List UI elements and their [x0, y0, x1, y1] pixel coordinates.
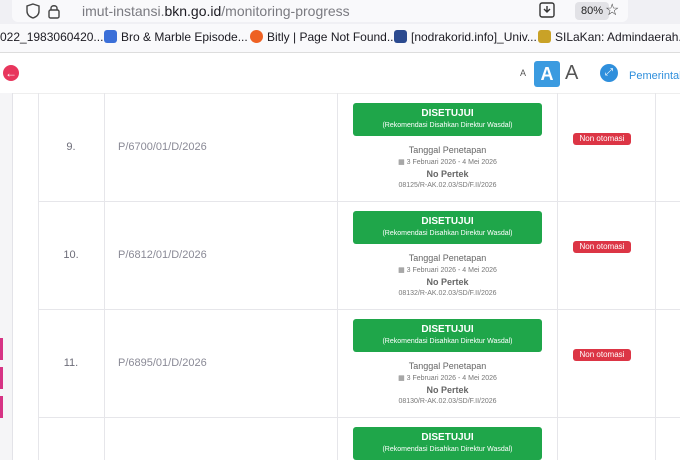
star-icon[interactable]: ☆ — [605, 0, 619, 20]
table-row: DISETUJUI (Rekomendasi Disahkan Direktur… — [38, 417, 680, 460]
zoom-level-button[interactable]: 80% — [575, 2, 609, 20]
table-row: 11. P/6895/01/D/2026 DISETUJUI (Rekomend… — [38, 309, 680, 418]
proposal-code: P/6895/01/D/2026 — [118, 357, 207, 369]
side-tab[interactable] — [0, 396, 3, 418]
table-row: 10. P/6812/01/D/2026 DISETUJUI (Rekomend… — [38, 201, 680, 310]
back-arrow-icon[interactable]: ← — [3, 65, 19, 81]
approval-details: Tanggal Penetapan ▦ 3 Februari 2026 - 4 … — [353, 145, 542, 189]
font-size-small-button[interactable]: A — [520, 68, 526, 78]
bookmarks-bar: 022_1983060420... Bro & Marble Episode..… — [0, 24, 680, 53]
bookmark-item[interactable]: SILaKan: Admindaerah... — [538, 30, 680, 44]
proposal-code: P/6812/01/D/2026 — [118, 249, 207, 261]
bookmark-favicon-icon — [394, 30, 407, 43]
lock-icon[interactable] — [48, 3, 60, 19]
approved-status-button[interactable]: DISETUJUI (Rekomendasi Disahkan Direktur… — [353, 103, 542, 136]
bookmark-item[interactable]: Bro & Marble Episode... — [104, 30, 248, 44]
font-size-large-button[interactable]: A — [565, 62, 578, 85]
pertek-value: 08132/R-AK.02.03/SD/F.II/2026 — [398, 290, 497, 297]
row-number: 9. — [66, 141, 76, 153]
font-size-medium-button[interactable]: A — [534, 61, 560, 87]
calendar-icon: ▦ — [398, 375, 407, 382]
status-text: DISETUJUI — [421, 216, 474, 227]
side-tab[interactable] — [0, 367, 3, 389]
approval-details: Tanggal Penetapan ▦ 3 Februari 2026 - 4 … — [353, 361, 542, 405]
page-toolbar: ← A A A ⤢ Pemerintal — [0, 53, 680, 94]
status-text: DISETUJUI — [421, 324, 474, 335]
download-icon[interactable] — [539, 2, 555, 18]
status-badge: Non otomasi — [573, 133, 631, 145]
url-text: imut-instansi.bkn.go.id/monitoring-progr… — [82, 3, 350, 19]
pertek-label: No Pertek — [426, 277, 469, 287]
row-number: 10. — [63, 249, 79, 261]
status-text: DISETUJUI — [421, 108, 474, 119]
status-note: (Rekomendasi Disahkan Direktur Wasdal) — [382, 338, 513, 345]
bookmark-item[interactable]: [nodrakorid.info]_Univ... — [394, 30, 537, 44]
expand-icon[interactable]: ⤢ — [600, 64, 618, 82]
status-note: (Rekomendasi Disahkan Direktur Wasdal) — [382, 122, 513, 129]
side-tab[interactable] — [0, 338, 3, 360]
date-value: 3 Februari 2026 - 4 Mei 2026 — [406, 267, 497, 274]
status-badge: Non otomasi — [573, 349, 631, 361]
browser-url-bar: imut-instansi.bkn.go.id/monitoring-progr… — [0, 0, 680, 24]
pertek-label: No Pertek — [426, 385, 469, 395]
approval-details: Tanggal Penetapan ▦ 3 Februari 2026 - 4 … — [353, 253, 542, 297]
pertek-value: 08130/R-AK.02.03/SD/F.II/2026 — [398, 398, 497, 405]
address-field[interactable]: imut-instansi.bkn.go.id/monitoring-progr… — [12, 0, 628, 22]
bitly-icon — [250, 30, 263, 43]
status-note: (Rekomendasi Disahkan Direktur Wasdal) — [382, 230, 513, 237]
bookmark-favicon-icon — [104, 30, 117, 43]
pertek-label: No Pertek — [426, 169, 469, 179]
date-value: 3 Februari 2026 - 4 Mei 2026 — [406, 159, 497, 166]
bookmark-item[interactable]: 022_1983060420... — [0, 30, 103, 44]
date-label: Tanggal Penetapan — [408, 361, 487, 371]
status-text: DISETUJUI — [421, 432, 474, 443]
bookmark-item[interactable]: Bitly | Page Not Found... — [250, 30, 397, 44]
calendar-icon: ▦ — [398, 159, 407, 166]
calendar-icon: ▦ — [398, 267, 407, 274]
garuda-icon — [538, 30, 551, 43]
date-label: Tanggal Penetapan — [408, 145, 487, 155]
status-note: (Rekomendasi Disahkan Direktur Wasdal) — [382, 446, 513, 453]
date-value: 3 Februari 2026 - 4 Mei 2026 — [406, 375, 497, 382]
date-label: Tanggal Penetapan — [408, 253, 487, 263]
header-menu-label[interactable]: Pemerintal — [629, 70, 680, 82]
shield-icon[interactable] — [26, 3, 40, 19]
approved-status-button[interactable]: DISETUJUI (Rekomendasi Disahkan Direktur… — [353, 427, 542, 460]
status-badge: Non otomasi — [573, 241, 631, 253]
approved-status-button[interactable]: DISETUJUI (Rekomendasi Disahkan Direktur… — [353, 319, 542, 352]
table-row: 9. P/6700/01/D/2026 DISETUJUI (Rekomenda… — [38, 93, 680, 202]
pertek-value: 08125/R-AK.02.03/SD/F.II/2026 — [398, 182, 497, 189]
row-number: 11. — [63, 357, 79, 369]
approved-status-button[interactable]: DISETUJUI (Rekomendasi Disahkan Direktur… — [353, 211, 542, 244]
proposal-code: P/6700/01/D/2026 — [118, 141, 207, 153]
